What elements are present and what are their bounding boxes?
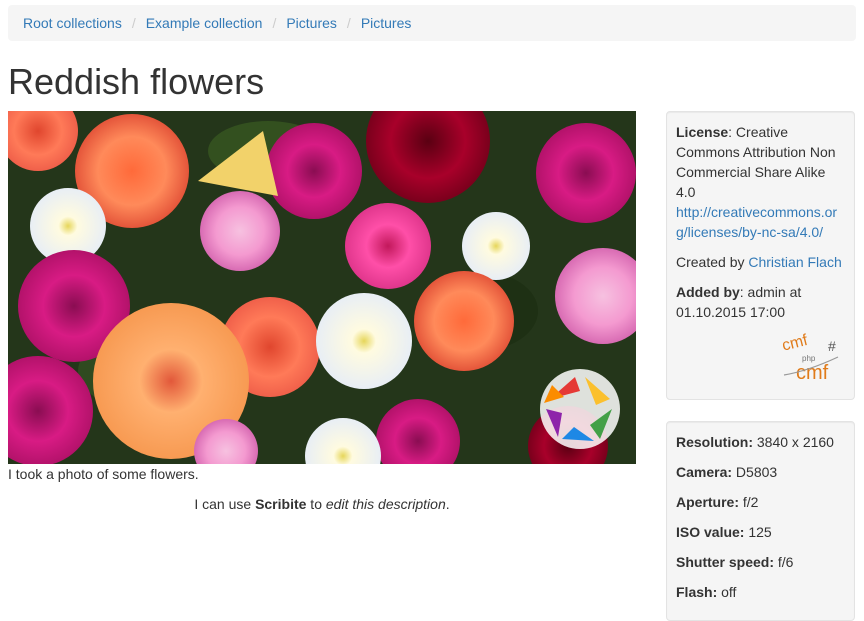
exif-shutter-speed: Shutter speed: f/6 (676, 552, 845, 572)
exif-resolution: Resolution: 3840 x 2160 (676, 432, 845, 452)
exif-value: f/6 (774, 554, 794, 570)
exif-label: Resolution: (676, 434, 753, 450)
breadcrumb-root-collections[interactable]: Root collections (23, 15, 122, 31)
cmf-badge-icon (540, 369, 620, 449)
meta-panel: License: Creative Commons Attribution No… (666, 111, 855, 400)
photo-caption: I took a photo of some flowers. (8, 466, 199, 482)
photo-description: I can use Scribite to edit this descript… (0, 496, 644, 512)
page-title: Reddish flowers (8, 61, 265, 102)
cmf-logo-text-bottom: cmf (796, 362, 829, 383)
exif-value: D5803 (732, 464, 778, 480)
author-link[interactable]: Christian Flach (748, 254, 841, 270)
description-bold-text: Scribite (255, 496, 307, 512)
breadcrumb-pictures[interactable]: Pictures (286, 15, 337, 31)
created-by-label: Created by (676, 254, 749, 270)
exif-value: 3840 x 2160 (753, 434, 834, 450)
exif-label: Shutter speed: (676, 554, 775, 570)
cmf-logo-text-top: cmf (780, 332, 810, 355)
exif-flash: Flash: off (676, 582, 845, 602)
description-text: to (306, 496, 326, 512)
exif-label: Flash: (676, 584, 718, 600)
cmf-logo-text-hash: # (828, 338, 836, 354)
description-text: . (445, 496, 450, 512)
exif-label: Camera: (676, 464, 733, 480)
breadcrumb-example-collection[interactable]: Example collection (146, 15, 263, 31)
cmf-logo-icon: cmf php # cmf (780, 332, 839, 383)
exif-panel: Resolution: 3840 x 2160 Camera: D5803 Ap… (666, 421, 855, 621)
breadcrumb-separator: / (131, 15, 136, 31)
breadcrumb-separator: / (346, 15, 351, 31)
exif-iso: ISO value: 125 (676, 522, 845, 542)
exif-aperture: Aperture: f/2 (676, 492, 845, 512)
created-by-info: Created by Christian Flach (676, 252, 845, 272)
description-italic-text: edit this description (325, 496, 446, 512)
flower-photo-image (8, 111, 636, 464)
added-by-info: Added by: admin at 01.10.2015 17:00 (676, 282, 845, 322)
flower-photo[interactable] (8, 111, 636, 464)
breadcrumb-pictures-current[interactable]: Pictures (361, 15, 412, 31)
exif-label: ISO value: (676, 524, 745, 540)
breadcrumb-separator: / (272, 15, 277, 31)
license-link[interactable]: http://creativecommons.org/licenses/by-n… (676, 204, 837, 240)
added-by-label: Added by (676, 284, 740, 300)
license-label: License (676, 124, 729, 140)
exif-value: off (717, 584, 737, 600)
description-text: I can use (194, 496, 256, 512)
exif-value: 125 (744, 524, 772, 540)
license-info: License: Creative Commons Attribution No… (676, 122, 845, 242)
exif-camera: Camera: D5803 (676, 462, 845, 482)
exif-label: Aperture: (676, 494, 740, 510)
breadcrumb: Root collections / Example collection / … (8, 5, 856, 41)
exif-value: f/2 (739, 494, 759, 510)
